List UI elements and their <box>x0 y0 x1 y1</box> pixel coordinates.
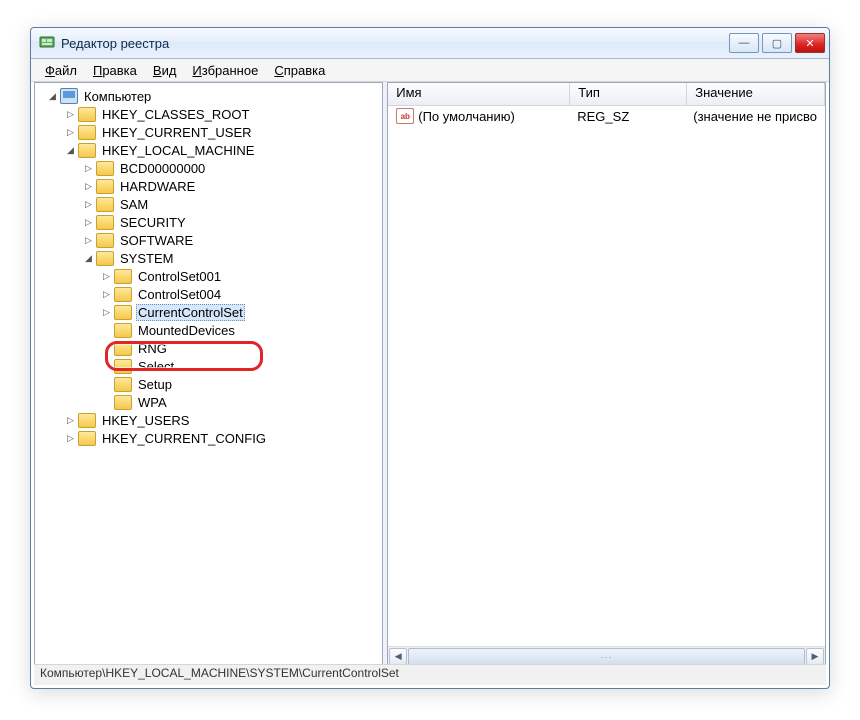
window-title: Редактор реестра <box>61 36 726 51</box>
tree-key-system[interactable]: ◢SYSTEM <box>35 249 382 267</box>
folder-icon <box>114 287 132 302</box>
folder-icon <box>96 215 114 230</box>
folder-icon <box>78 125 96 140</box>
folder-icon <box>96 233 114 248</box>
app-icon <box>39 35 55 51</box>
folder-icon <box>114 341 132 356</box>
tree-key[interactable]: ▷SAM <box>35 195 382 213</box>
folder-icon <box>114 377 132 392</box>
maximize-button[interactable]: ▢ <box>762 33 792 53</box>
close-button[interactable]: ✕ <box>795 33 825 53</box>
expand-icon[interactable]: ▷ <box>83 235 94 246</box>
horizontal-scrollbar[interactable]: ◀ ··· ▶ <box>388 646 825 665</box>
collapse-icon[interactable]: ◢ <box>65 145 76 156</box>
folder-icon <box>78 413 96 428</box>
tree-hive[interactable]: ▷HKEY_CURRENT_USER <box>35 123 382 141</box>
tree-key[interactable]: ▷HARDWARE <box>35 177 382 195</box>
col-value[interactable]: Значение <box>687 83 825 105</box>
tree-subkey[interactable]: ▷RNG <box>35 339 382 357</box>
value-type: REG_SZ <box>569 109 685 124</box>
scroll-right-button[interactable]: ▶ <box>806 648 824 665</box>
expand-icon[interactable]: ▷ <box>65 433 76 444</box>
folder-icon <box>96 197 114 212</box>
tree-hive-hklm[interactable]: ◢HKEY_LOCAL_MACHINE <box>35 141 382 159</box>
statusbar: Компьютер\HKEY_LOCAL_MACHINE\SYSTEM\Curr… <box>34 664 826 685</box>
values-pane: Имя Тип Значение ab (По умолчанию) REG_SZ… <box>387 82 826 666</box>
expand-icon[interactable]: ▷ <box>65 109 76 120</box>
col-type[interactable]: Тип <box>570 83 687 105</box>
collapse-icon[interactable]: ◢ <box>83 253 94 264</box>
folder-icon <box>114 359 132 374</box>
tree-hive[interactable]: ▷HKEY_CLASSES_ROOT <box>35 105 382 123</box>
tree-key[interactable]: ▷BCD00000000 <box>35 159 382 177</box>
client-area: ◢Компьютер ▷HKEY_CLASSES_ROOT ▷HKEY_CURR… <box>34 82 826 666</box>
folder-icon <box>96 179 114 194</box>
folder-icon <box>78 107 96 122</box>
menu-file[interactable]: Файл <box>37 61 85 80</box>
value-name: (По умолчанию) <box>418 109 515 124</box>
tree-subkey[interactable]: ▷Select <box>35 357 382 375</box>
menubar: Файл Правка Вид Избранное Справка <box>31 59 829 82</box>
expand-icon[interactable]: ▷ <box>101 289 112 300</box>
tree-key[interactable]: ▷SOFTWARE <box>35 231 382 249</box>
columns-header: Имя Тип Значение <box>388 83 825 106</box>
tree-subkey[interactable]: ▷Setup <box>35 375 382 393</box>
regedit-window: Редактор реестра — ▢ ✕ Файл Правка Вид И… <box>30 27 830 689</box>
tree-hive[interactable]: ▷HKEY_USERS <box>35 411 382 429</box>
expand-icon[interactable]: ▷ <box>83 163 94 174</box>
folder-icon <box>114 323 132 338</box>
folder-icon <box>96 161 114 176</box>
expand-icon[interactable]: ▷ <box>83 181 94 192</box>
scroll-thumb[interactable]: ··· <box>408 648 805 665</box>
tree-subkey-currentcontrolset[interactable]: ▷CurrentControlSet <box>35 303 382 321</box>
values-list[interactable]: ab (По умолчанию) REG_SZ (значение не при… <box>388 106 825 646</box>
folder-icon <box>78 143 96 158</box>
folder-icon <box>78 431 96 446</box>
value-row-default[interactable]: ab (По умолчанию) REG_SZ (значение не при… <box>388 106 825 126</box>
tree-subkey[interactable]: ▷ControlSet001 <box>35 267 382 285</box>
minimize-button[interactable]: — <box>729 33 759 53</box>
collapse-icon[interactable]: ◢ <box>47 91 58 102</box>
reg-sz-icon: ab <box>396 108 414 124</box>
menu-favorites[interactable]: Избранное <box>184 61 266 80</box>
tree-hive[interactable]: ▷HKEY_CURRENT_CONFIG <box>35 429 382 447</box>
expand-icon[interactable]: ▷ <box>83 199 94 210</box>
folder-icon <box>114 269 132 284</box>
tree-subkey[interactable]: ▷ControlSet004 <box>35 285 382 303</box>
folder-icon <box>96 251 114 266</box>
tree-key[interactable]: ▷SECURITY <box>35 213 382 231</box>
expand-icon[interactable]: ▷ <box>101 271 112 282</box>
menu-edit[interactable]: Правка <box>85 61 145 80</box>
titlebar[interactable]: Редактор реестра — ▢ ✕ <box>31 28 829 59</box>
computer-icon <box>60 88 78 104</box>
tree-pane[interactable]: ◢Компьютер ▷HKEY_CLASSES_ROOT ▷HKEY_CURR… <box>34 82 383 666</box>
expand-icon[interactable]: ▷ <box>65 415 76 426</box>
value-data: (значение не присво <box>685 109 825 124</box>
scroll-left-button[interactable]: ◀ <box>389 648 407 665</box>
expand-icon[interactable]: ▷ <box>101 307 112 318</box>
menu-help[interactable]: Справка <box>266 61 333 80</box>
expand-icon[interactable]: ▷ <box>65 127 76 138</box>
folder-icon <box>114 305 132 320</box>
menu-view[interactable]: Вид <box>145 61 185 80</box>
window-buttons: — ▢ ✕ <box>726 33 825 53</box>
col-name[interactable]: Имя <box>388 83 570 105</box>
tree-subkey[interactable]: ▷WPA <box>35 393 382 411</box>
folder-icon <box>114 395 132 410</box>
tree-root[interactable]: ◢Компьютер <box>35 87 382 105</box>
tree-subkey[interactable]: ▷MountedDevices <box>35 321 382 339</box>
expand-icon[interactable]: ▷ <box>83 217 94 228</box>
